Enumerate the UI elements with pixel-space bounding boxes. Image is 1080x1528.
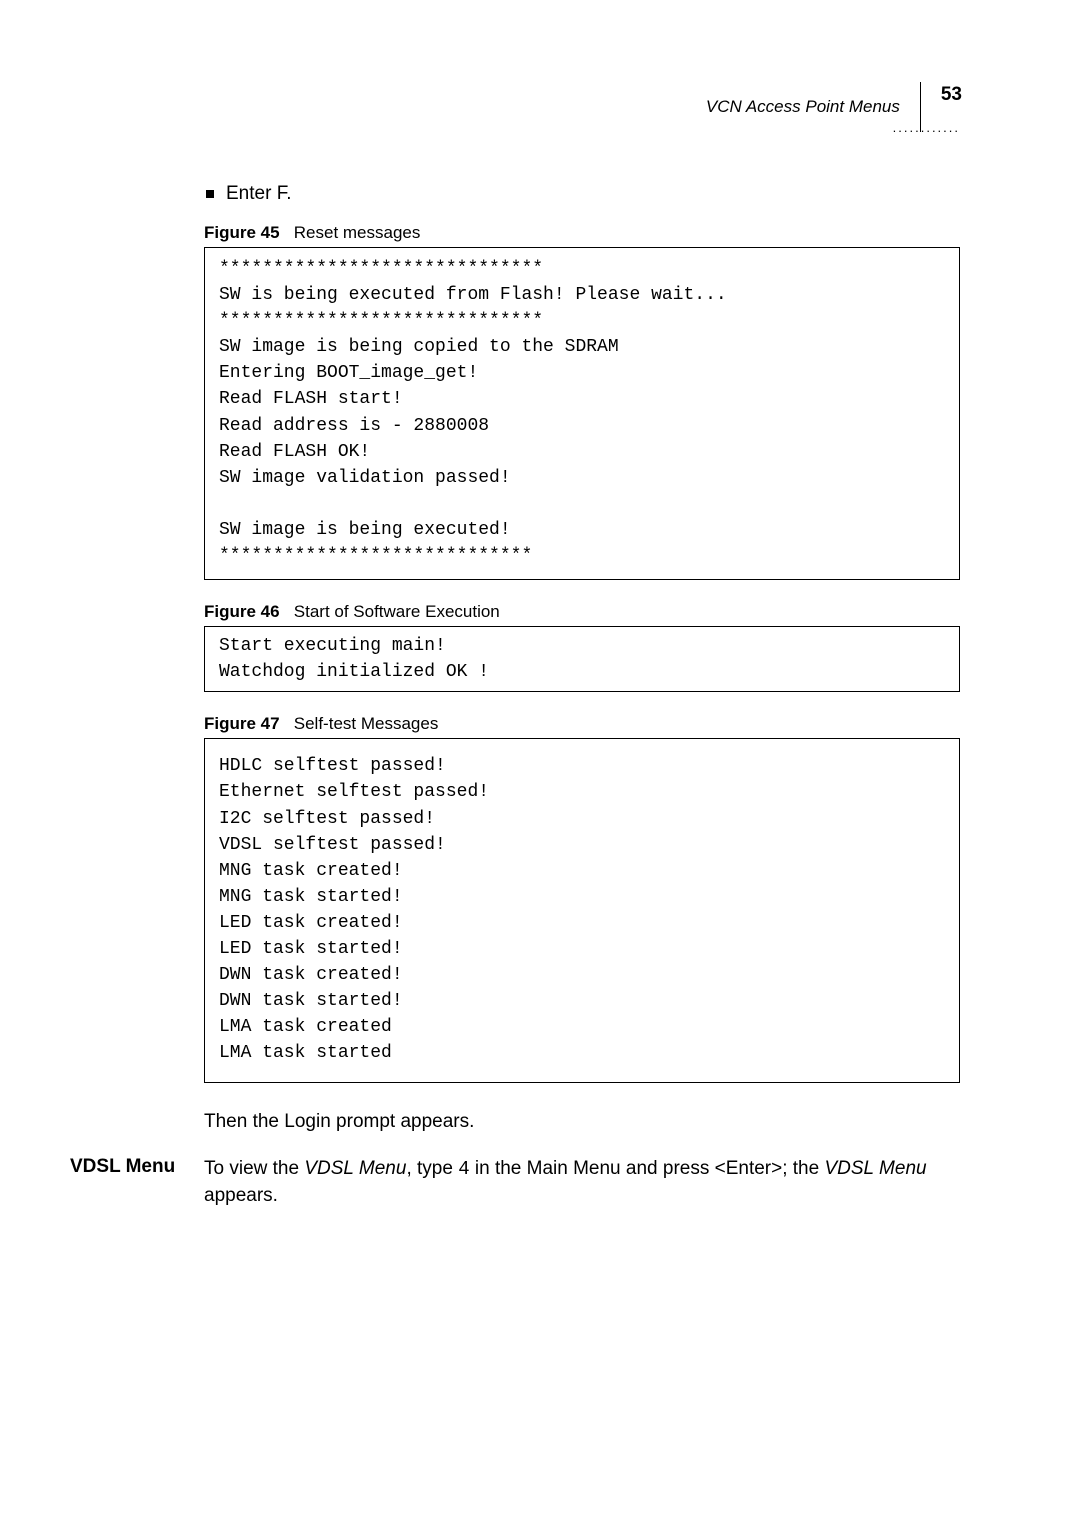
figure-47-codebox: HDLC selftest passed! Ethernet selftest … xyxy=(204,738,960,1083)
vdsl-menu-heading: VDSL Menu xyxy=(70,1156,204,1178)
header-section-title: VCN Access Point Menus xyxy=(706,97,900,117)
bullet-text: Enter F. xyxy=(226,183,291,205)
figure-46-label: Figure 46 xyxy=(204,602,280,621)
figure-45-label: Figure 45 xyxy=(204,223,280,242)
vdsl-italic-1: VDSL Menu xyxy=(304,1158,406,1179)
vdsl-text-pre: To view the xyxy=(204,1158,304,1179)
figure-45-codebox: ****************************** SW is bei… xyxy=(204,247,960,580)
figure-47-label: Figure 47 xyxy=(204,714,280,733)
bullet-square-icon xyxy=(206,190,214,198)
figure-45-title: Reset messages xyxy=(294,223,421,242)
figure-47-title: Self-test Messages xyxy=(294,714,439,733)
figure-46-codebox: Start executing main! Watchdog initializ… xyxy=(204,626,960,692)
figure-46-caption: Figure 46 Start of Software Execution xyxy=(204,602,960,622)
login-prompt-text: Then the Login prompt appears. xyxy=(204,1109,960,1136)
bullet-item: Enter F. xyxy=(206,183,960,205)
vdsl-text-post: appears. xyxy=(204,1185,278,1206)
vdsl-menu-body: To view the VDSL Menu, type 4 in the Mai… xyxy=(204,1156,960,1210)
vdsl-text-mid2: in the Main Menu and press <Enter>; the xyxy=(470,1158,825,1179)
figure-45-caption: Figure 45 Reset messages xyxy=(204,223,960,243)
figure-47-caption: Figure 47 Self-test Messages xyxy=(204,714,960,734)
vdsl-italic-2: VDSL Menu xyxy=(824,1158,926,1179)
vdsl-text-mid1: , type xyxy=(406,1158,458,1179)
vdsl-menu-section: VDSL Menu To view the VDSL Menu, type 4 … xyxy=(204,1156,960,1210)
header-dots: ............ xyxy=(204,120,960,135)
vdsl-code-4: 4 xyxy=(458,1158,469,1180)
figure-46-title: Start of Software Execution xyxy=(294,602,500,621)
